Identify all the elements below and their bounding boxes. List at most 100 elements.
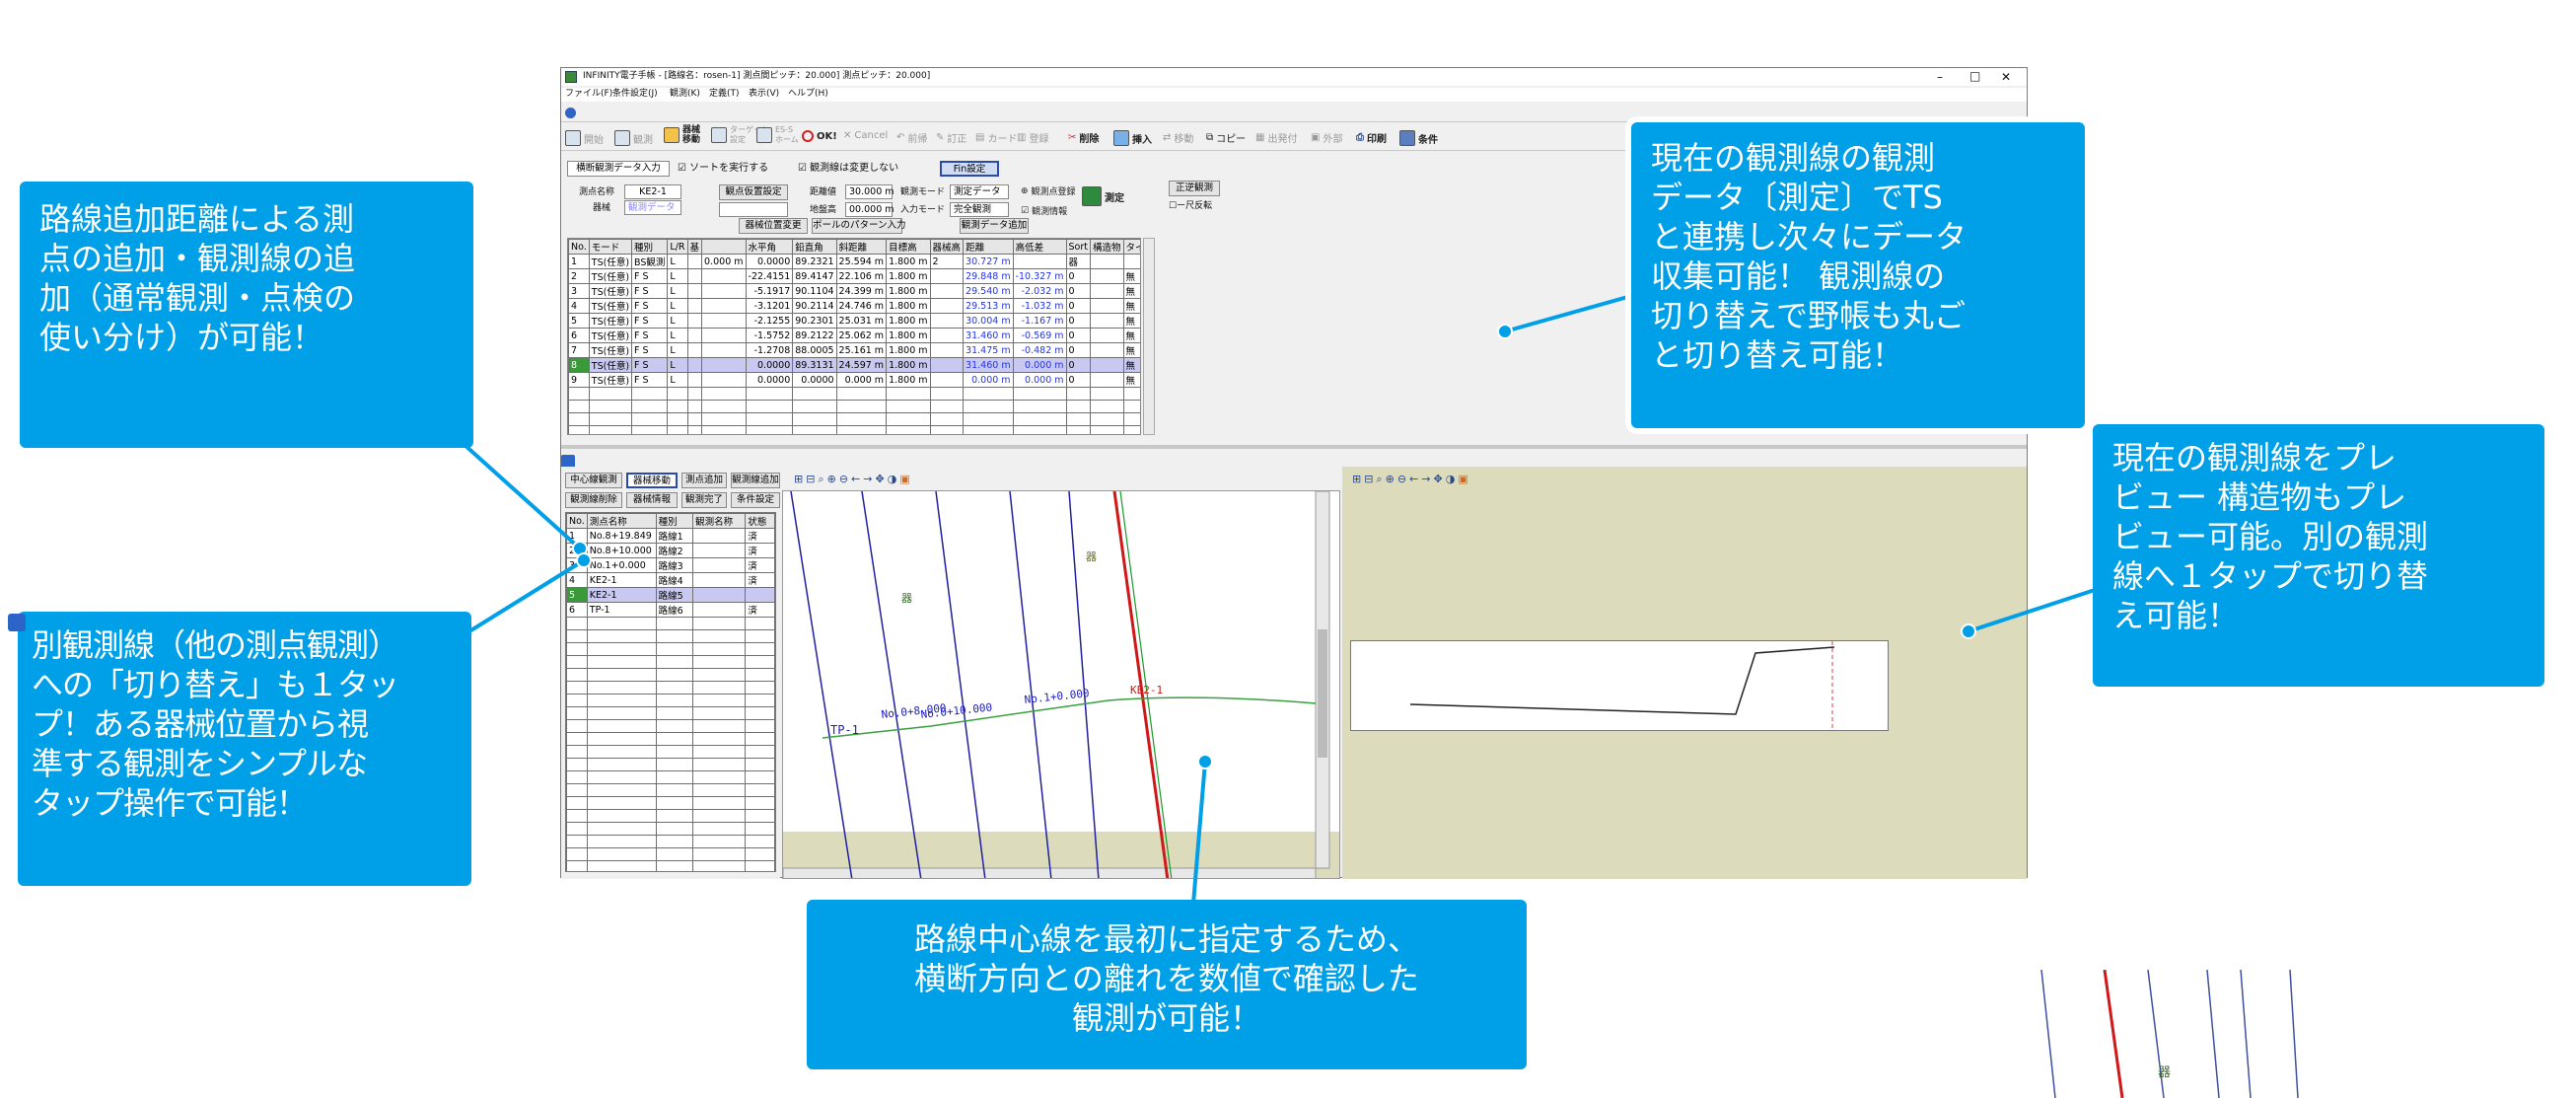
column-header[interactable]: Sort	[1065, 239, 1092, 255]
zoom-out-icon[interactable]: ⊖	[839, 473, 851, 485]
preview-arrow-left-icon[interactable]: ←	[1409, 473, 1421, 485]
toolbar-copy-button[interactable]: ⧉ コピー	[1206, 130, 1246, 145]
preview-search-icon[interactable]: ⌕	[1376, 473, 1385, 485]
preview-layer-icon[interactable]: ▣	[1458, 473, 1470, 485]
toolbar-cancel-button[interactable]: ✕ Cancel	[843, 130, 888, 141]
table-row[interactable]: 1 TS(任意) BS観測 L 0.000 m 0.0000 89.2321 25.594 m…	[568, 254, 1140, 269]
table-row[interactable]: 6 TS(任意) F S L -1.5752 89.2122 25.062 m 1.800 m…	[568, 328, 1140, 343]
input-mode-select[interactable]: 完全観測	[950, 202, 1009, 217]
preview-zoom-fit-icon[interactable]: ⊞	[1352, 473, 1364, 485]
measure-button[interactable]: 測定	[1082, 186, 1124, 206]
reverse-obs-button[interactable]: 正逆観測	[1169, 181, 1220, 196]
sort-checkbox[interactable]: ☑ ソートを実行する	[678, 164, 768, 174]
column-header[interactable]: 斜距離	[835, 239, 888, 255]
keep-line-checkbox[interactable]: ☑ 観測線は変更しない	[798, 164, 898, 174]
table-row[interactable]: 8 TS(任意) F S L 0.0000 89.3131 24.597 m 1.800 m 3…	[568, 357, 1140, 373]
station-row[interactable]: 5 KE2-1 路線5	[566, 587, 775, 603]
station-row[interactable]: 6 TP-1 路線6 済	[566, 602, 775, 618]
fin-setting-button[interactable]: Fin設定	[940, 161, 999, 177]
station-row[interactable]: 3 No.1+0.000 路線3 済	[566, 557, 775, 573]
toolbar-home-button[interactable]: ES-S ホーム	[756, 125, 799, 145]
station-row[interactable]: 2 No.8+10.000 路線2 済	[566, 543, 775, 558]
maximize-button[interactable]: □	[1969, 70, 1980, 82]
menu-file[interactable]: ファイル(F)	[565, 90, 612, 99]
table-row[interactable]: 9 TS(任意) F S L 0.0000 0.0000 0.000 m 1.800 m 0.0…	[568, 372, 1140, 388]
search-icon[interactable]: ⌕	[818, 473, 826, 485]
station-field[interactable]: KE2-1	[624, 184, 681, 199]
flip-checkbox[interactable]: ☐ー尺反転	[1169, 202, 1212, 211]
toolbar-ok-button[interactable]: OK!	[802, 130, 837, 142]
toolbar-move-machine-button[interactable]: 器械 移動	[664, 125, 700, 145]
column-header[interactable]: 高低差	[1012, 239, 1067, 255]
machine-change-button[interactable]: 器械位置変更	[739, 218, 808, 234]
toolbar-delete-button[interactable]: ✂ 削除	[1068, 130, 1099, 145]
station-row[interactable]: 1 No.8+19.849 路線1 済	[566, 528, 775, 544]
tab-machine-move[interactable]: 器械移動	[626, 473, 678, 488]
menu-define[interactable]: 定義(T)	[709, 90, 740, 99]
arrow-left-icon[interactable]: ←	[851, 473, 863, 485]
column-header[interactable]: 測点名称	[586, 513, 657, 529]
column-header[interactable]: 基	[686, 239, 703, 255]
preview-arrow-right-icon[interactable]: →	[1421, 473, 1433, 485]
column-header[interactable]: 状態	[745, 513, 775, 529]
tab-centerline-obs[interactable]: 中心線観測	[565, 473, 622, 488]
tab-cross-input[interactable]: 横断観測データ入力	[567, 161, 670, 177]
toolbar-register-button[interactable]: ▥ 登録	[1017, 130, 1048, 145]
history-button[interactable]: ☑ 観測情報	[1021, 204, 1067, 218]
arrow-right-icon[interactable]: →	[863, 473, 875, 485]
tab-conditions[interactable]: 条件設定	[731, 492, 780, 508]
column-header[interactable]: モード	[588, 239, 633, 255]
toolbar-observe-button[interactable]: 観測	[614, 130, 653, 146]
preview-pan-icon[interactable]: ✥	[1433, 473, 1445, 485]
column-header[interactable]: L/R	[667, 239, 688, 255]
column-header[interactable]: No.	[566, 513, 588, 529]
height-field[interactable]: 00.000 m	[845, 202, 894, 217]
column-header[interactable]: 目標高	[886, 239, 931, 255]
column-header[interactable]: 構造物	[1090, 239, 1124, 255]
table-scrollbar[interactable]	[1143, 238, 1155, 435]
column-header[interactable]: 水平角	[745, 239, 794, 255]
column-header[interactable]: 観測名称	[692, 513, 747, 529]
toolbar-insert-button[interactable]: 挿入	[1113, 130, 1152, 146]
toolbar-external-button[interactable]: ▣ 外部	[1311, 130, 1342, 145]
station-row[interactable]: 4 KE2-1 路線4 済	[566, 572, 775, 588]
preview-zoom-in-icon[interactable]: ⊕	[1386, 473, 1397, 485]
mode-select[interactable]: 測定データ	[950, 184, 1009, 199]
column-header[interactable]: 距離	[963, 239, 1014, 255]
menu-view[interactable]: 表示(V)	[749, 90, 779, 99]
toolbar-back-button[interactable]: ↶ 前帰	[896, 130, 927, 145]
table-row[interactable]: 4 TS(任意) F S L -3.1201 90.2114 24.746 m 1.800 m…	[568, 298, 1140, 314]
close-button[interactable]: ✕	[2001, 71, 2011, 83]
table-row[interactable]: 5 TS(任意) F S L -2.1255 90.2301 25.031 m 1.800 m…	[568, 313, 1140, 329]
register-point-button[interactable]: ⊕ 観測点登録	[1021, 184, 1076, 198]
tab-add-line[interactable]: 観測線追加	[731, 473, 780, 488]
machine-field[interactable]: 観測データ	[624, 200, 681, 215]
column-header[interactable]: 種別	[631, 239, 669, 255]
axis-setting-button[interactable]: 観点仮置設定	[719, 184, 788, 200]
table-row[interactable]: 7 TS(任意) F S L -1.2708 88.0005 25.161 m 1.800 m…	[568, 342, 1140, 358]
preview-rotate-icon[interactable]: ◑	[1446, 473, 1459, 485]
splitter[interactable]	[561, 445, 2027, 449]
menu-conditions[interactable]: 条件設定(J)	[612, 90, 658, 99]
plan-canvas[interactable]: No.0+8.000 No.0+10.000 No.1+0.000 KE2-1 …	[782, 490, 1340, 879]
column-header[interactable]: No.	[568, 239, 590, 255]
table-row[interactable]: 2 TS(任意) F S L -22.4151 89.4147 22.106 m 1.800 …	[568, 268, 1140, 284]
menu-help[interactable]: ヘルプ(H)	[788, 90, 828, 99]
tab-obs-complete[interactable]: 観測完了	[681, 492, 727, 508]
toolbar-edit-button[interactable]: ✎ 訂正	[936, 130, 966, 145]
add-obs-data-button[interactable]: 観測データ追加	[960, 218, 1029, 234]
minimize-button[interactable]: –	[1937, 71, 1943, 83]
toolbar-conditions-button[interactable]: 条件	[1399, 130, 1438, 146]
toolbar-start-button[interactable]: 開始	[565, 130, 604, 146]
pan-icon[interactable]: ✥	[875, 473, 887, 485]
distance-field[interactable]: 30.000 m	[845, 184, 894, 199]
rotate-icon[interactable]: ◑	[888, 473, 900, 485]
toolbar-attach-button[interactable]: ▦ 出発付	[1255, 130, 1297, 145]
axis-field[interactable]	[719, 202, 788, 217]
column-header[interactable]: 鉛直角	[792, 239, 837, 255]
column-header[interactable]	[701, 239, 747, 255]
zoom-in-icon[interactable]: ⊕	[827, 473, 839, 485]
tab-machine-info[interactable]: 器械情報	[626, 492, 678, 508]
zoom-fit-icon[interactable]: ⊞	[794, 473, 806, 485]
tab-add-station[interactable]: 測点追加	[681, 473, 727, 488]
